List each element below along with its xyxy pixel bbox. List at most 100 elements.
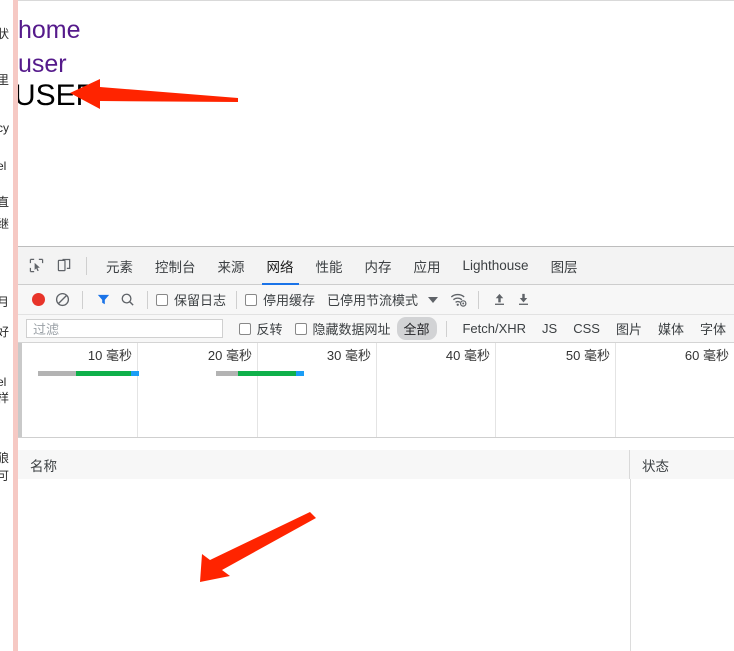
controls-separator-1 (82, 290, 83, 309)
tab-label: 图层 (550, 259, 578, 275)
hide-data-urls-checkbox[interactable]: 隐藏数据网址 (294, 319, 391, 338)
overview-bar-segment (76, 371, 131, 376)
disable-cache-label: 停用缓存 (263, 293, 316, 308)
sliver-text-fragment: el (0, 375, 7, 389)
invert-checkbox[interactable]: 反转 (238, 319, 283, 338)
overview-bar-segment (38, 371, 76, 376)
filter-input[interactable]: 过滤 (26, 319, 223, 338)
disable-cache-checkbox[interactable]: 停用缓存 (245, 290, 315, 309)
overview-tick-label: 40 毫秒 (445, 348, 490, 363)
table-header: 名称 状态 (18, 450, 734, 480)
sliver-text-fragment: cy (0, 121, 9, 135)
page-heading: USER (18, 79, 98, 112)
tab-sources[interactable]: 来源 (207, 247, 256, 285)
sliver-text-fragment: 月 (0, 295, 10, 309)
overview-gridline (137, 343, 138, 437)
overview-gridline (615, 343, 616, 437)
network-controls-row: 保留日志 停用缓存 已停用节流模式 (18, 285, 734, 315)
filter-type-font[interactable]: 字体 (693, 317, 733, 340)
tab-layers[interactable]: 图层 (540, 247, 589, 285)
export-har-icon[interactable] (511, 288, 535, 312)
tab-label: 网络 (266, 259, 294, 275)
tab-network[interactable]: 网络 (256, 247, 305, 285)
overview-tick-label: 10 毫秒 (87, 348, 132, 363)
table-body-background (18, 479, 734, 651)
tab-label: 控制台 (155, 259, 196, 275)
sliver-text-fragment: 直 (0, 195, 10, 209)
filter-separator (445, 320, 447, 337)
record-icon (31, 293, 45, 306)
record-button[interactable] (26, 288, 50, 312)
devtools-tabstrip: 元素 控制台 来源 网络 性能 内存 应用 Lighthouse 图层 (18, 247, 734, 285)
sliver-text-fragment: 里 (0, 73, 10, 87)
overview-gridline (495, 343, 496, 437)
sliver-text-fragment: 状 (0, 27, 10, 41)
tab-label: 元素 (106, 259, 133, 275)
sliver-text-fragment: 继 (0, 217, 10, 231)
filter-type-js[interactable]: JS (535, 319, 564, 338)
filter-icon[interactable] (91, 288, 115, 312)
sliver-text-fragment: 好 (0, 325, 10, 339)
filter-type-media[interactable]: 媒体 (651, 317, 691, 340)
column-header-status[interactable]: 状态 (630, 450, 734, 479)
filter-type-image[interactable]: 图片 (609, 317, 649, 340)
throttling-select[interactable]: 已停用节流模式 (327, 290, 418, 309)
page-link-user[interactable]: user (18, 52, 67, 77)
overview-bar-segment (238, 371, 296, 376)
tab-elements[interactable]: 元素 (95, 247, 144, 285)
tab-lighthouse[interactable]: Lighthouse (452, 247, 540, 285)
tab-memory[interactable]: 内存 (354, 247, 403, 285)
import-har-icon[interactable] (487, 288, 511, 312)
controls-separator-2 (147, 290, 148, 309)
network-filter-row: 过滤 反转 隐藏数据网址 全部 Fetch/XHR JS CSS 图片 媒体 字… (18, 315, 734, 343)
overview-tick-label: 20 毫秒 (207, 348, 252, 363)
tab-label: 内存 (364, 259, 392, 275)
sliver-text-fragment: 可 (0, 469, 10, 483)
page-link-home[interactable]: home (18, 18, 81, 43)
overview-gridline (376, 343, 377, 437)
filter-type-fetch-xhr[interactable]: Fetch/XHR (455, 319, 533, 338)
toolbar-separator (86, 256, 87, 275)
overview-tick-label: 60 毫秒 (684, 348, 729, 363)
checkbox-box (156, 293, 168, 306)
preserve-log-checkbox[interactable]: 保留日志 (156, 290, 226, 309)
device-toolbar-icon[interactable] (51, 253, 77, 279)
overview-tick-label: 50 毫秒 (565, 348, 610, 363)
inspect-element-icon[interactable] (23, 253, 49, 279)
page-viewport: home user USER (18, 0, 734, 247)
background-page-sliver: 状里 cy el 直继月好 el 样狼可 (0, 0, 14, 651)
overview-ruler: 10 毫秒 20 毫秒 30 毫秒 40 毫秒 50 毫秒 60 毫秒 (18, 343, 734, 437)
tab-label: 来源 (217, 259, 245, 275)
filter-placeholder: 过滤 (33, 322, 60, 337)
checkbox-box (245, 293, 258, 306)
column-divider[interactable] (630, 479, 631, 651)
tab-application[interactable]: 应用 (403, 247, 452, 285)
clear-button[interactable] (50, 288, 74, 312)
network-conditions-icon[interactable] (446, 288, 470, 312)
filter-type-css[interactable]: CSS (566, 319, 607, 338)
sliver-text-fragment: el (0, 159, 7, 173)
filter-type-all[interactable]: 全部 (396, 317, 437, 340)
controls-separator-3 (236, 290, 238, 309)
devtools-panel: 元素 控制台 来源 网络 性能 内存 应用 Lighthouse 图层 保留日志… (18, 246, 734, 651)
column-header-name[interactable]: 名称 (18, 450, 630, 479)
overview-tick-label: 30 毫秒 (326, 348, 371, 363)
chevron-down-icon[interactable] (428, 296, 439, 303)
overview-bar-segment (296, 371, 304, 376)
tab-console[interactable]: 控制台 (144, 247, 207, 285)
hide-data-urls-label: 隐藏数据网址 (312, 322, 391, 337)
invert-label: 反转 (256, 322, 283, 337)
tab-performance[interactable]: 性能 (305, 247, 354, 285)
sliver-text-fragment: 样 (0, 391, 10, 405)
requests-table-container: 名称 状态 ws101user200main.js304src_User_tsx… (18, 450, 734, 651)
overview-gridline (257, 343, 258, 437)
requests-table: 名称 状态 ws101user200main.js304src_User_tsx… (18, 450, 734, 651)
overview-request-bars (18, 371, 734, 377)
network-overview-timeline[interactable]: 10 毫秒 20 毫秒 30 毫秒 40 毫秒 50 毫秒 60 毫秒 (18, 343, 734, 438)
search-icon[interactable] (115, 288, 139, 312)
tab-label: Lighthouse (462, 258, 529, 273)
tab-label: 性能 (315, 259, 343, 275)
checkbox-box (294, 322, 307, 335)
tab-label: 应用 (413, 259, 441, 275)
overview-bar-segment (131, 371, 139, 376)
